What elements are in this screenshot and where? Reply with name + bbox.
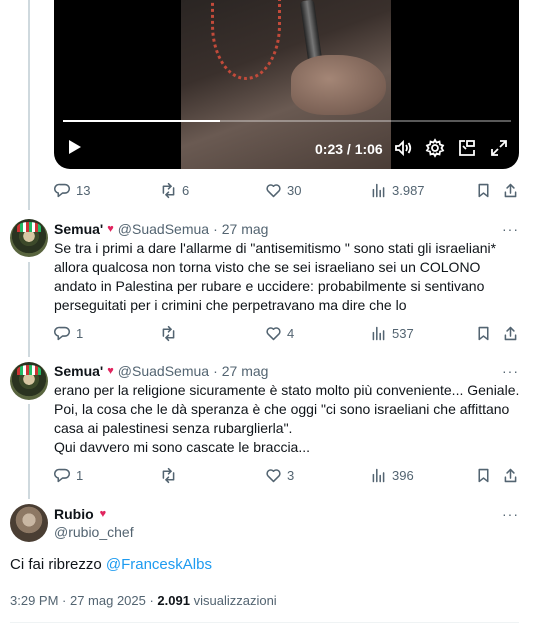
share-icon: [504, 468, 517, 482]
views-icon: [372, 326, 385, 340]
repost-icon: [162, 467, 175, 483]
views-icon: [372, 183, 385, 197]
user-name[interactable]: Rubio: [54, 506, 94, 522]
views-button[interactable]: 537: [370, 323, 414, 343]
tweet-text: erano per la religione sicuramente è sta…: [54, 381, 524, 457]
like-count: 4: [287, 325, 295, 341]
tweet-header: Semua' ♥ @SuadSemua · 27 mag: [54, 221, 268, 237]
views-icon: [372, 468, 385, 482]
heart-icon: [266, 468, 281, 482]
video-time: 0:23 / 1:06: [315, 141, 383, 157]
settings-icon[interactable]: [425, 138, 445, 158]
views-button[interactable]: 3.987: [370, 180, 425, 200]
post-timestamp: 3:29 PM · 27 mag 2025 · 2.091 visualizza…: [10, 593, 277, 608]
separator: ·: [213, 221, 218, 237]
bookmark-button[interactable]: [475, 180, 492, 200]
tweet-text: Se tra i primi a dare l'allarme di "anti…: [54, 239, 524, 315]
thread-line: [28, 404, 30, 499]
views-count: 3.987: [392, 182, 425, 198]
reply-icon: [54, 326, 71, 340]
like-button[interactable]: 3: [265, 465, 294, 485]
separator: ·: [213, 363, 218, 379]
avatar[interactable]: [10, 504, 48, 542]
repost-button[interactable]: [160, 323, 182, 343]
heart-icon: [266, 183, 281, 197]
tweet-actions: 13 6 30 3.987: [54, 180, 520, 200]
reply-icon: [54, 183, 71, 197]
avatar[interactable]: [10, 219, 48, 257]
like-count: 3: [287, 467, 295, 483]
main-post-author: Rubio ♥: [54, 506, 106, 522]
bookmark-icon: [478, 326, 489, 340]
user-handle[interactable]: @SuadSemua: [118, 363, 209, 379]
user-name[interactable]: Semua': [54, 363, 103, 379]
mention-link[interactable]: @FranceskAlbs: [106, 556, 212, 573]
reply-count: 1: [76, 325, 84, 341]
heart-badge-icon: ♥: [107, 365, 114, 377]
repost-icon: [162, 325, 175, 341]
bookmark-icon: [478, 468, 489, 482]
fullscreen-icon[interactable]: [489, 138, 509, 158]
tweet-actions: 1 3 396: [54, 465, 520, 485]
user-handle[interactable]: @SuadSemua: [118, 221, 209, 237]
bookmark-button[interactable]: [475, 323, 492, 343]
share-button[interactable]: [502, 323, 519, 343]
reply-count: 13: [76, 182, 91, 198]
main-post-text-content: Ci fai ribrezzo: [10, 556, 106, 573]
views-count: 537: [392, 325, 414, 341]
like-button[interactable]: 4: [265, 323, 294, 343]
more-options-icon[interactable]: ···: [502, 221, 519, 237]
share-icon: [504, 326, 517, 340]
divider: [10, 622, 519, 623]
reply-count: 1: [76, 467, 84, 483]
volume-icon[interactable]: [393, 138, 413, 158]
more-options-icon[interactable]: ···: [502, 506, 519, 522]
thread-line: [28, 0, 30, 210]
views-button[interactable]: 396: [370, 465, 414, 485]
bookmark-button[interactable]: [475, 465, 492, 485]
views-label: visualizzazioni: [193, 593, 277, 608]
video-player[interactable]: 0:23 / 1:06: [54, 0, 519, 169]
views-total: 2.091: [157, 593, 190, 608]
thread-line: [28, 262, 30, 357]
heart-badge-icon: ♥: [99, 508, 107, 520]
share-button[interactable]: [502, 180, 519, 200]
tweet-date[interactable]: 27 mag: [222, 221, 269, 237]
like-count: 30: [287, 182, 302, 198]
pip-icon[interactable]: [457, 138, 477, 158]
more-options-icon[interactable]: ···: [502, 363, 519, 379]
share-icon: [504, 183, 517, 197]
tweet-text-line: Poi, la cosa che le dà speranza è che og…: [54, 401, 510, 436]
tweet-actions: 1 4 537: [54, 323, 520, 343]
video-progress-bar[interactable]: [63, 120, 511, 122]
avatar[interactable]: [10, 362, 48, 400]
tweet-text-line: erano per la religione sicuramente è sta…: [54, 382, 520, 398]
like-button[interactable]: 30: [265, 180, 301, 200]
video-progress-fill: [63, 120, 220, 122]
repost-button[interactable]: 6: [160, 180, 189, 200]
main-post-text: Ci fai ribrezzo @FranceskAlbs: [10, 556, 212, 573]
reply-icon: [54, 468, 71, 482]
heart-icon: [266, 326, 281, 340]
repost-icon: [162, 182, 175, 198]
bookmark-icon: [478, 183, 489, 197]
views-count: 396: [392, 467, 414, 483]
user-handle[interactable]: @rubio_chef: [54, 524, 134, 540]
reply-button[interactable]: 13: [54, 180, 90, 200]
post-time[interactable]: 3:29 PM · 27 mag 2025 ·: [10, 593, 157, 608]
tweet-header: Semua' ♥ @SuadSemua · 27 mag: [54, 363, 268, 379]
tweet-date[interactable]: 27 mag: [222, 363, 269, 379]
repost-count: 6: [182, 182, 190, 198]
play-icon[interactable]: [65, 138, 83, 156]
user-name[interactable]: Semua': [54, 221, 103, 237]
reply-button[interactable]: 1: [54, 465, 83, 485]
repost-button[interactable]: [160, 465, 182, 485]
share-button[interactable]: [502, 465, 519, 485]
tweet-text-content: Se tra i primi a dare l'allarme di "anti…: [54, 240, 497, 313]
tweet-text-line: Qui davvero mi sono cascate le braccia..…: [54, 439, 311, 455]
reply-button[interactable]: 1: [54, 323, 83, 343]
heart-badge-icon: ♥: [107, 223, 114, 235]
